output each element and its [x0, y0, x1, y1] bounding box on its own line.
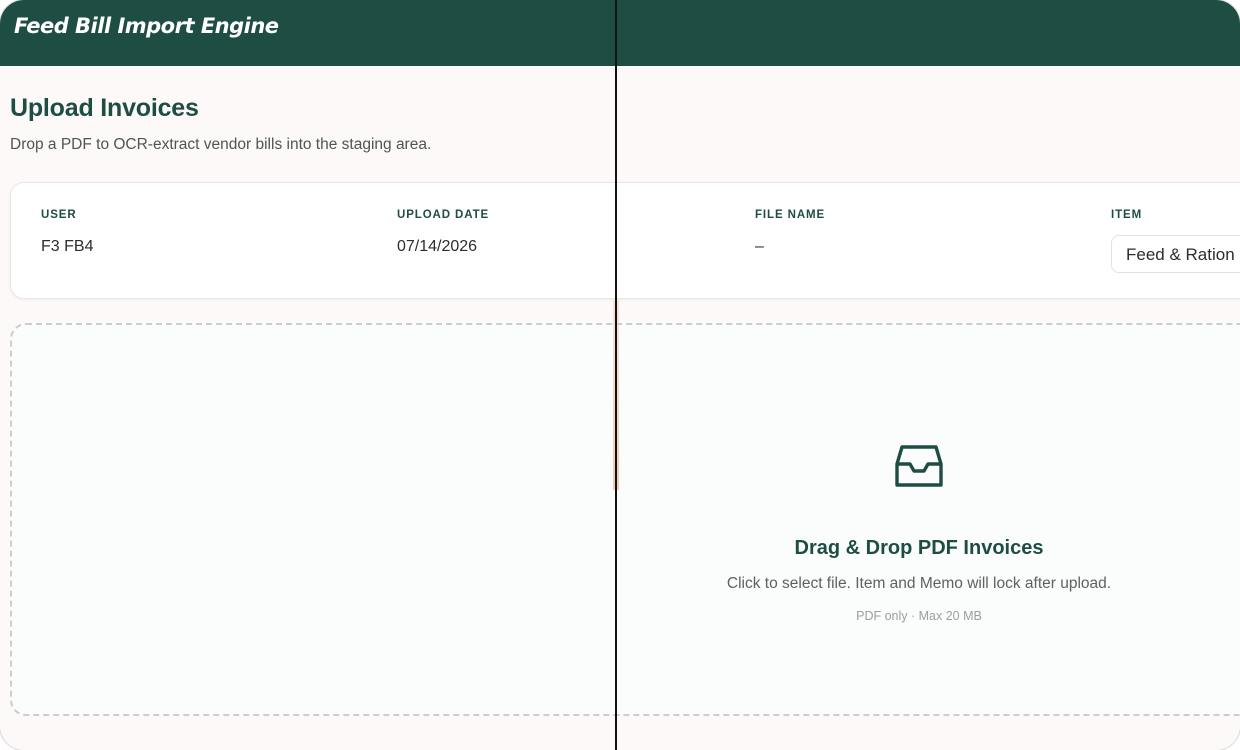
- upload-date-value: 07/14/2026: [397, 238, 478, 255]
- upload-details-card: USER F3 FB4 UPLOAD DATE 07/14/2026 FILE …: [10, 182, 1240, 299]
- top-bar: Feed Bill Import Engine: [0, 0, 1240, 66]
- file-name-field: FILE NAME –: [755, 209, 825, 256]
- dropzone-file-limits: PDF only · Max 20 MB: [856, 609, 982, 623]
- user-field: USER F3 FB4: [41, 209, 93, 256]
- page-title: Upload Invoices: [10, 94, 199, 122]
- item-field: ITEM: [1111, 209, 1142, 221]
- page-subtitle: Drop a PDF to OCR-extract vendor bills i…: [10, 136, 432, 153]
- upload-date-field: UPLOAD DATE 07/14/2026: [397, 209, 489, 256]
- dropzone-title: Drag & Drop PDF Invoices: [794, 537, 1044, 559]
- file-name-value: –: [755, 238, 764, 255]
- file-name-label: FILE NAME: [755, 209, 826, 221]
- user-value: F3 FB4: [41, 238, 94, 255]
- item-label: ITEM: [1111, 209, 1143, 221]
- upload-date-label: UPLOAD DATE: [397, 209, 490, 221]
- dropzone-hint: Click to select file. Item and Memo will…: [726, 575, 1112, 592]
- pdf-dropzone[interactable]: [10, 323, 1240, 716]
- app-title: Feed Bill Import Engine: [14, 14, 279, 38]
- user-label: USER: [41, 209, 77, 221]
- inbox-icon: [895, 445, 943, 487]
- split-divider: [615, 0, 617, 750]
- app-window: Feed Bill Import Engine Upload Invoices …: [0, 0, 1240, 750]
- item-select[interactable]: Feed & Ration: [1111, 235, 1240, 273]
